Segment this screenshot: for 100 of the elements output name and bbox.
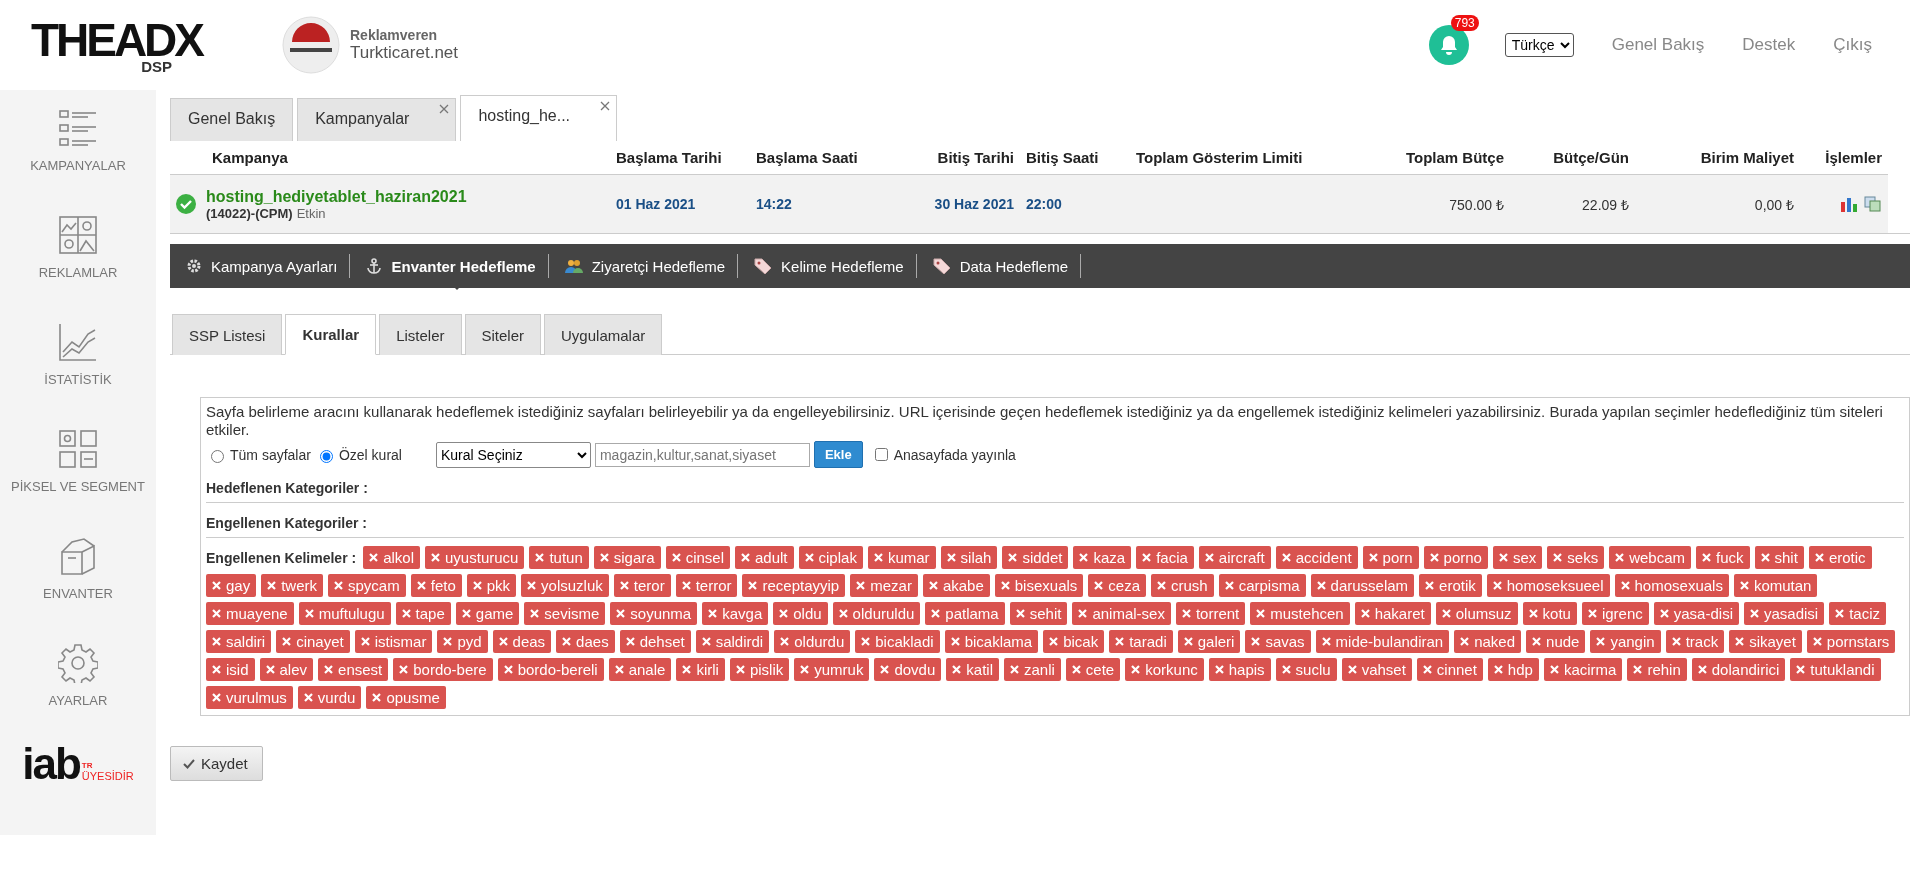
sidebar-item[interactable]: REKLAMLAR	[38, 215, 118, 322]
keyword-tag[interactable]: alev	[259, 658, 314, 681]
sub-tab[interactable]: Kurallar	[285, 314, 377, 355]
keyword-tag[interactable]: muayene	[206, 602, 294, 625]
keyword-tag[interactable]: saldiri	[206, 630, 272, 653]
keyword-tag[interactable]: ensest	[318, 658, 389, 681]
keyword-tag[interactable]: mezar	[850, 574, 918, 597]
page-tab[interactable]: hosting_he...	[460, 95, 618, 141]
nav-link[interactable]: Çıkış	[1833, 35, 1872, 55]
keyword-tag[interactable]: yasadisi	[1743, 602, 1825, 625]
keyword-tag[interactable]: kavga	[702, 602, 769, 625]
keyword-tag[interactable]: gay	[206, 574, 257, 597]
settings-tab[interactable]: Kampanya Ayarları	[170, 254, 351, 278]
sidebar-item[interactable]: PİKSEL VE SEGMENT	[11, 429, 145, 536]
keyword-tag[interactable]: porno	[1423, 546, 1488, 569]
keyword-tag[interactable]: accident	[1275, 546, 1358, 569]
keyword-tag[interactable]: taciz	[1829, 602, 1886, 625]
keyword-tag[interactable]: korkunc	[1125, 658, 1204, 681]
keyword-tag[interactable]: kotu	[1522, 602, 1577, 625]
keyword-tag[interactable]: animal-sex	[1072, 602, 1171, 625]
keyword-tag[interactable]: patlama	[925, 602, 1005, 625]
keyword-tag[interactable]: feto	[410, 574, 462, 597]
keyword-tag[interactable]: zanli	[1004, 658, 1061, 681]
keyword-tag[interactable]: homosexuals	[1614, 574, 1729, 597]
settings-tab[interactable]: Ziyaretçi Hedefleme	[548, 254, 739, 278]
keyword-tag[interactable]: carpisma	[1218, 574, 1306, 597]
notification-button[interactable]	[1428, 25, 1469, 65]
keyword-tag[interactable]: ciplak	[798, 546, 863, 569]
keyword-tag[interactable]: suclu	[1275, 658, 1337, 681]
settings-tab[interactable]: Kelime Hedefleme	[738, 254, 917, 278]
keyword-tag[interactable]: opusme	[366, 686, 446, 709]
keyword-tag[interactable]: saldirdi	[695, 630, 770, 653]
sidebar-item[interactable]: ENVANTER	[43, 536, 113, 643]
keyword-tag[interactable]: deas	[492, 630, 552, 653]
keyword-tag[interactable]: pkk	[466, 574, 517, 597]
sidebar-item[interactable]: İSTATİSTİK	[44, 322, 112, 429]
keyword-tag[interactable]: ceza	[1088, 574, 1146, 597]
keyword-tag[interactable]: receptayyip	[742, 574, 846, 597]
keyword-tag[interactable]: cete	[1065, 658, 1121, 681]
keyword-tag[interactable]: mide-bulandiran	[1315, 630, 1450, 653]
keyword-tag[interactable]: shit	[1754, 546, 1804, 569]
keyword-tag[interactable]: hakaret	[1354, 602, 1431, 625]
keyword-tag[interactable]: yolsuzluk	[521, 574, 609, 597]
keyword-tag[interactable]: rehin	[1627, 658, 1687, 681]
keyword-tag[interactable]: kirli	[676, 658, 725, 681]
keyword-tag[interactable]: kumar	[867, 546, 936, 569]
keyword-tag[interactable]: cinsel	[665, 546, 730, 569]
keyword-tag[interactable]: sevisme	[524, 602, 606, 625]
keyword-tag[interactable]: bicakladi	[855, 630, 940, 653]
sub-tab[interactable]: Listeler	[379, 314, 462, 355]
keyword-tag[interactable]: oldurdu	[774, 630, 851, 653]
keyword-tag[interactable]: katil	[946, 658, 999, 681]
keyword-tag[interactable]: tutuklandi	[1790, 658, 1881, 681]
keyword-tag[interactable]: hdp	[1487, 658, 1539, 681]
radio-button[interactable]	[211, 449, 224, 463]
keyword-tag[interactable]: daes	[556, 630, 615, 653]
keyword-tag[interactable]: savas	[1245, 630, 1311, 653]
keyword-tag[interactable]: darusselam	[1310, 574, 1415, 597]
keyword-tag[interactable]: seks	[1547, 546, 1605, 569]
settings-tab[interactable]: Data Hedefleme	[916, 254, 1082, 278]
keyword-tag[interactable]: anale	[608, 658, 672, 681]
keyword-tag[interactable]: uyusturucu	[425, 546, 525, 569]
copy-icon[interactable]	[1864, 196, 1882, 212]
keyword-tag[interactable]: sex	[1492, 546, 1543, 569]
rule-select[interactable]: Kural Seçiniz	[435, 441, 591, 468]
keyword-tag[interactable]: tutun	[529, 546, 589, 569]
keyword-tag[interactable]: pyd	[437, 630, 488, 653]
keyword-tag[interactable]: erotik	[1419, 574, 1482, 597]
keyword-tag[interactable]: kaza	[1073, 546, 1132, 569]
keyword-tag[interactable]: siddet	[1002, 546, 1069, 569]
language-select[interactable]: Türkçe	[1504, 33, 1574, 57]
keyword-tag[interactable]: dovdu	[874, 658, 942, 681]
save-button[interactable]: Kaydet	[170, 746, 263, 781]
keyword-tag[interactable]: track	[1665, 630, 1725, 653]
close-button[interactable]	[439, 104, 450, 114]
keyword-tag[interactable]: olduruldu	[832, 602, 921, 625]
keyword-tag[interactable]: bordo-bere	[393, 658, 493, 681]
keyword-tag[interactable]: adult	[735, 546, 794, 569]
keyword-tag[interactable]: taradi	[1109, 630, 1173, 653]
keyword-tag[interactable]: cinnet	[1416, 658, 1483, 681]
keyword-tag[interactable]: bicak	[1043, 630, 1105, 653]
keyword-tag[interactable]: teror	[613, 574, 671, 597]
keyword-tag[interactable]: nude	[1526, 630, 1586, 653]
keyword-tag[interactable]: sikayet	[1729, 630, 1802, 653]
keyword-tag[interactable]: vurulmus	[206, 686, 293, 709]
keyword-tag[interactable]: cinayet	[276, 630, 350, 653]
radio-button[interactable]	[319, 449, 333, 463]
keyword-tag[interactable]: fuck	[1696, 546, 1750, 569]
keyword-tag[interactable]: torrent	[1175, 602, 1246, 625]
keyword-tag[interactable]: game	[455, 602, 520, 625]
page-tab[interactable]: Kampanyalar	[297, 98, 457, 141]
keyword-tag[interactable]: silah	[940, 546, 998, 569]
keyword-tag[interactable]: igrenc	[1581, 602, 1649, 625]
keyword-tag[interactable]: hapis	[1208, 658, 1271, 681]
keyword-tag[interactable]: alkol	[363, 546, 421, 569]
keyword-tag[interactable]: tape	[395, 602, 451, 625]
keyword-tag[interactable]: galeri	[1177, 630, 1241, 653]
keyword-tag[interactable]: bordo-bereli	[497, 658, 604, 681]
add-button[interactable]: Ekle	[813, 441, 863, 468]
keyword-tag[interactable]: vahset	[1341, 658, 1412, 681]
